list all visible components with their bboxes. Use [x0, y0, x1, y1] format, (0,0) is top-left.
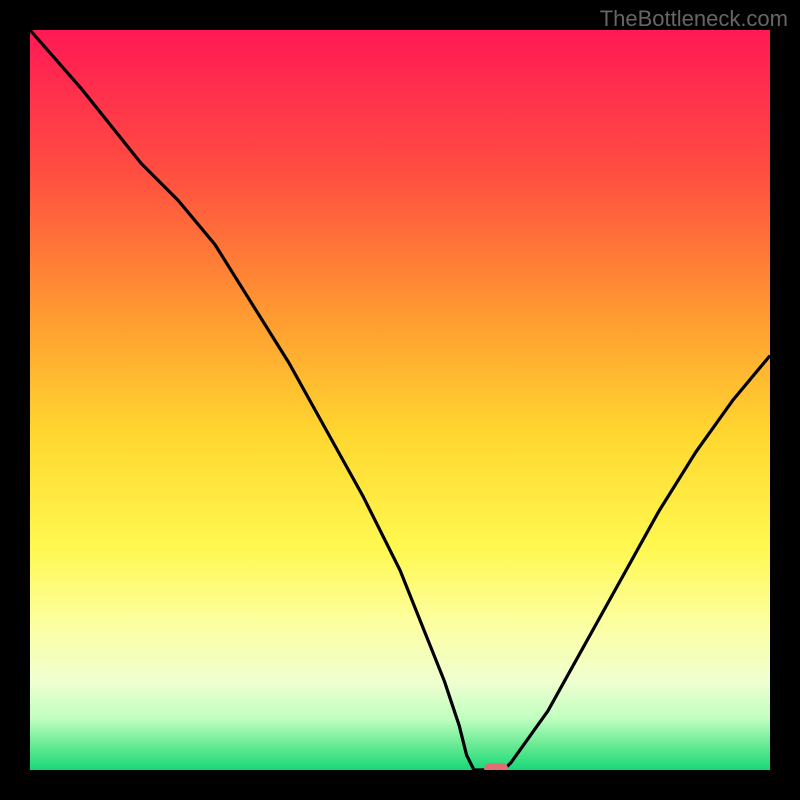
chart-svg	[30, 30, 770, 770]
optimal-marker	[484, 763, 508, 770]
plot-area	[30, 30, 770, 770]
gradient-background	[30, 30, 770, 770]
chart-container: TheBottleneck.com	[0, 0, 800, 800]
watermark-text: TheBottleneck.com	[600, 6, 788, 32]
